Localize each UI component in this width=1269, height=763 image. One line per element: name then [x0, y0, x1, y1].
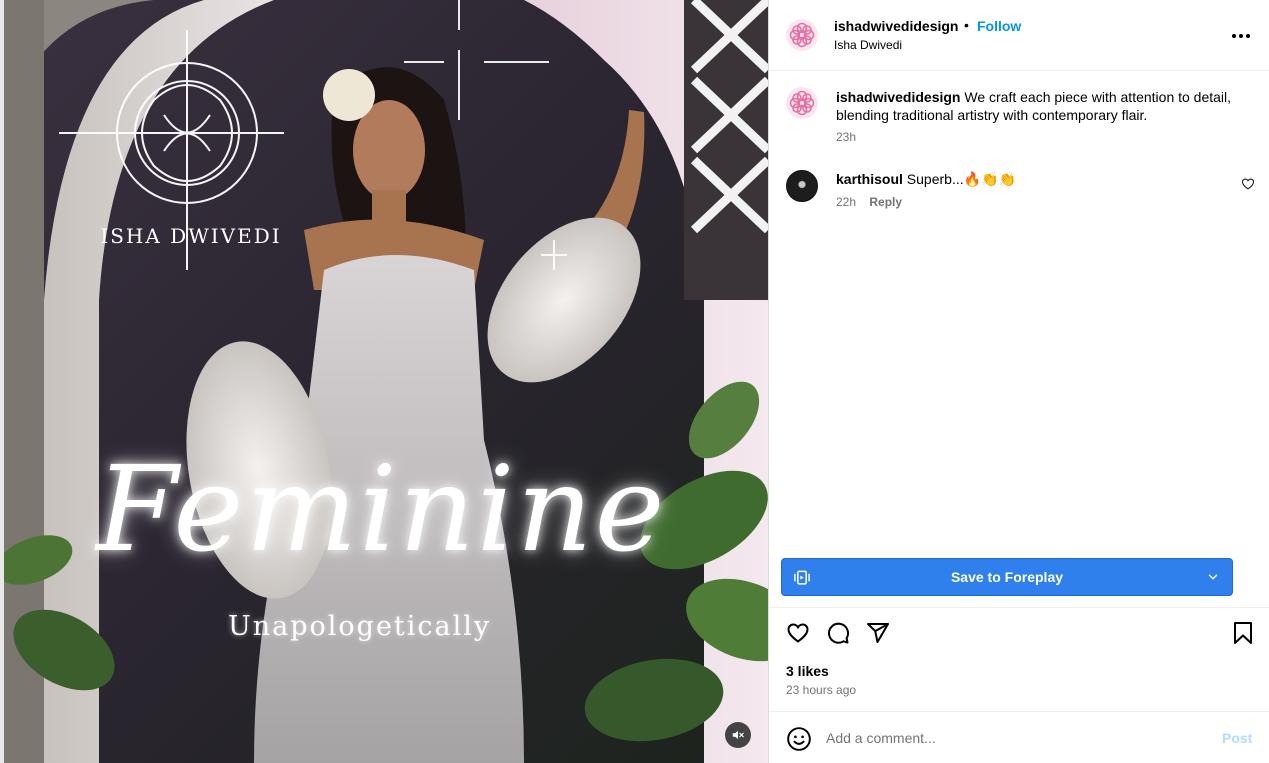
- save-to-foreplay-label: Save to Foreplay: [950, 569, 1064, 585]
- chevron-down-icon[interactable]: [1206, 570, 1220, 584]
- muted-speaker-icon: [732, 730, 744, 740]
- more-horizontal-icon: [1232, 34, 1250, 38]
- mute-button[interactable]: [725, 722, 751, 748]
- post-media[interactable]: ISHA DWIVEDI Feminine Unapologetically: [0, 0, 768, 763]
- heart-icon: [787, 623, 809, 643]
- divider: [769, 607, 1269, 608]
- add-comment-bar: Post: [769, 711, 1269, 763]
- comment-like-heart-icon[interactable]: [1241, 177, 1255, 191]
- comment-text-block: karthisoul Superb...🔥👏👏: [836, 170, 1016, 188]
- save-post-button[interactable]: [1230, 620, 1256, 646]
- post-details-panel: ishadwivedidesign • Follow Isha Dwivedi: [768, 0, 1269, 763]
- rose-logo-icon: [789, 22, 815, 48]
- post-author-username[interactable]: ishadwivedidesign: [834, 18, 958, 34]
- instagram-post-modal: ISHA DWIVEDI Feminine Unapologetically i…: [0, 0, 1269, 763]
- post-timestamp[interactable]: 23 hours ago: [786, 683, 856, 697]
- comment-item: karthisoul Superb...🔥👏👏 22h Reply: [769, 167, 1269, 217]
- reply-button[interactable]: Reply: [869, 195, 902, 209]
- more-options-button[interactable]: [1229, 24, 1253, 48]
- comment-button[interactable]: [825, 620, 851, 646]
- media-title-text: Feminine: [96, 440, 667, 578]
- commenter-avatar[interactable]: [786, 170, 818, 202]
- rose-logo-icon: [789, 90, 815, 116]
- comment-icon: [828, 622, 850, 644]
- caption-timestamp[interactable]: 23h: [836, 130, 856, 144]
- media-subtitle-text: Unapologetically: [228, 611, 492, 642]
- likes-count[interactable]: 3 likes: [786, 663, 829, 679]
- separator-dot: •: [964, 17, 969, 33]
- emoji-smiley-icon[interactable]: [786, 726, 812, 752]
- share-icon: [867, 623, 889, 643]
- comment-timestamp[interactable]: 22h: [836, 195, 856, 209]
- add-comment-input[interactable]: [826, 728, 1206, 748]
- brand-watermark: ISHA DWIVEDI: [100, 224, 282, 248]
- caption-avatar[interactable]: [786, 87, 818, 119]
- caption-username[interactable]: ishadwivedidesign: [836, 89, 960, 105]
- comment-meta: 22h Reply: [836, 195, 902, 209]
- post-photo: [4, 0, 768, 763]
- comment-body: Superb...🔥👏👏: [906, 171, 1016, 187]
- like-button[interactable]: [785, 620, 811, 646]
- avatar[interactable]: [786, 19, 818, 51]
- bookmark-icon: [1234, 622, 1252, 644]
- post-header: ishadwivedidesign • Follow Isha Dwivedi: [769, 0, 1269, 71]
- commenter-username[interactable]: karthisoul: [836, 171, 903, 187]
- follow-button[interactable]: Follow: [977, 18, 1021, 34]
- foreplay-save-icon: [794, 570, 810, 585]
- post-comment-button[interactable]: Post: [1222, 730, 1252, 746]
- caption-text-block: ishadwivedidesign We craft each piece wi…: [836, 88, 1246, 124]
- post-author-fullname[interactable]: Isha Dwivedi: [834, 38, 902, 52]
- save-to-foreplay-button[interactable]: Save to Foreplay: [781, 558, 1233, 596]
- share-button[interactable]: [865, 620, 891, 646]
